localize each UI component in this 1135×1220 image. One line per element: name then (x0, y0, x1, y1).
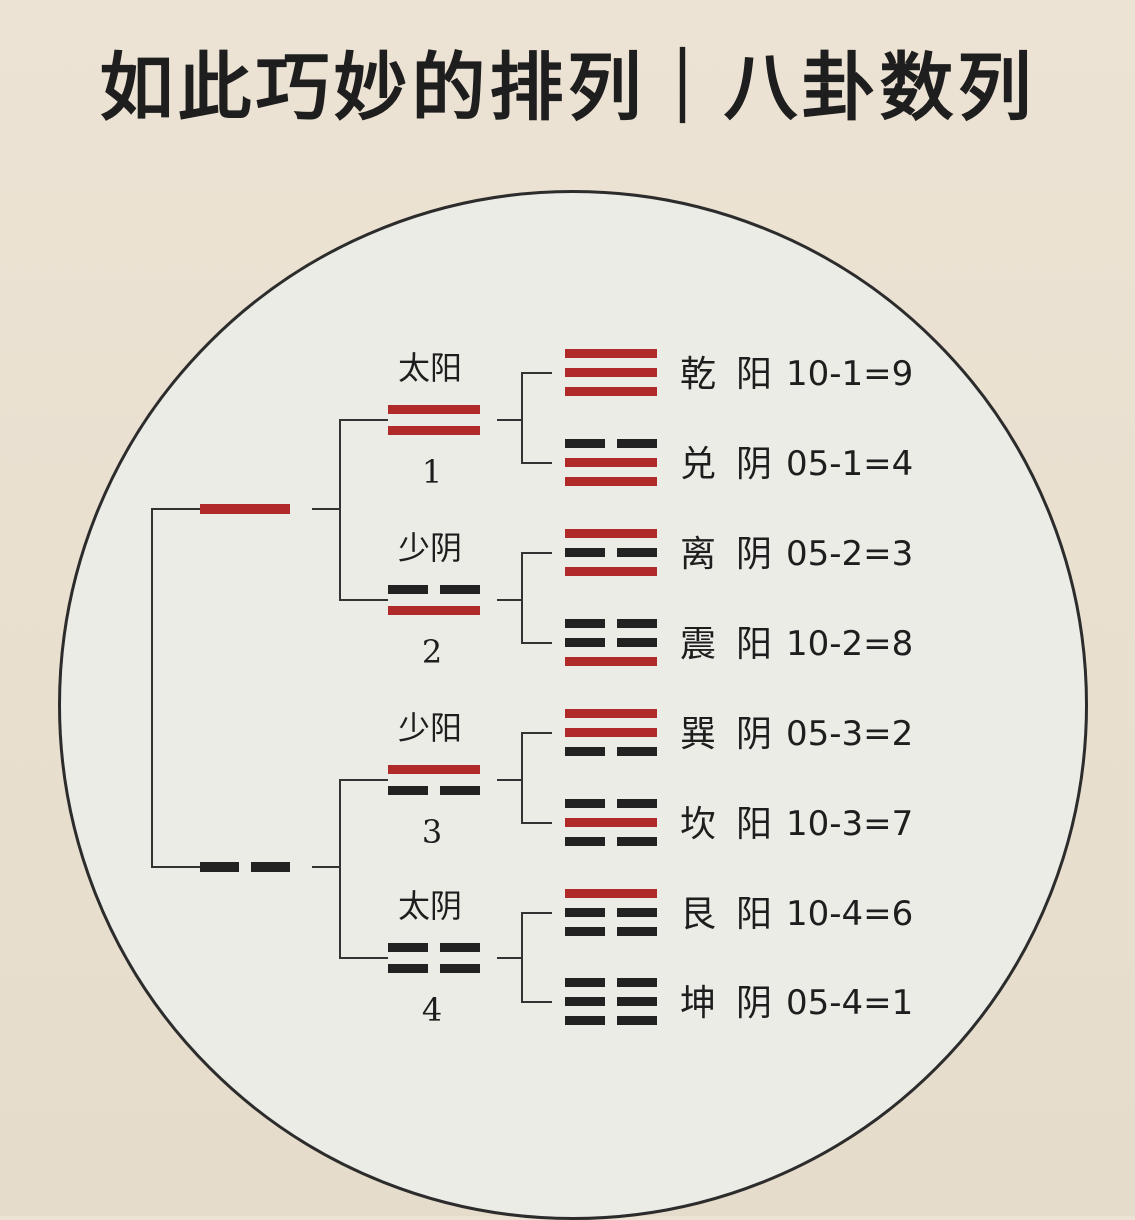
level1-2-yin-line-left (200, 862, 239, 872)
digram-name-label: 太阳 (398, 349, 462, 387)
trigram-8-line-1-yin-line-left (565, 978, 605, 987)
trigram-formula-label: 10-1=9 (786, 354, 913, 394)
trigram-name-label: 震 (680, 624, 716, 665)
level2-bracket-2 (339, 779, 388, 959)
digram-2-top-yin-line-right (440, 585, 480, 594)
trigram-3-line-1-yang-line (565, 529, 657, 538)
digram-number-label: 4 (422, 991, 442, 1029)
trigram-2-line-1-yin-line-left (565, 439, 605, 448)
trigram-4-line-1-yin-line-right (617, 619, 657, 628)
digram-2-top-yin-line-left (388, 585, 428, 594)
digram-4-top-yin-line-left (388, 943, 428, 952)
trigram-6-line-1-yin-line-right (617, 799, 657, 808)
trigram-name-label: 艮 (680, 894, 716, 935)
trigram-6-line-3-yin-line-right (617, 837, 657, 846)
digram-name-label: 太阴 (398, 887, 462, 925)
trigram-7-line-2-yin-line-right (617, 908, 657, 917)
trigram-name-label: 坤 (680, 983, 716, 1024)
trigram-6-line-2-yang-line (565, 818, 657, 827)
trigram-formula-label: 10-4=6 (786, 894, 913, 934)
trigram-3-line-2-yin-line-right (617, 548, 657, 557)
trigram-4-line-3-yang-line (565, 657, 657, 666)
trigram-formula-label: 10-3=7 (786, 804, 913, 844)
level3-bracket-2 (521, 552, 552, 644)
digram-number-label: 3 (422, 813, 442, 851)
trigram-7-line-2-yin-line-left (565, 908, 605, 917)
trigram-3-line-3-yang-line (565, 567, 657, 576)
trigram-4-line-1-yin-line-left (565, 619, 605, 628)
level1-2-yin-line-right (251, 862, 290, 872)
level2-bracket-1 (339, 419, 388, 601)
trigram-8-line-1-yin-line-right (617, 978, 657, 987)
trigram-5-line-3-yin-line-right (617, 747, 657, 756)
trigram-1-line-2-yang-line (565, 368, 657, 377)
digram-number-label: 1 (422, 453, 442, 491)
trigram-1-line-3-yang-line (565, 387, 657, 396)
digram-number-label: 2 (422, 633, 442, 671)
bagua-tree-diagram: 太阳1少阴2少阳3太阴4乾阳 10-1=9兑阴 05-1=4离阴 05-2=3震阳 10… (151, 349, 913, 1029)
trigram-5-line-3-yin-line-left (565, 747, 605, 756)
trigram-4-line-2-yin-line-right (617, 638, 657, 647)
trigram-polarity-label: 阳 (736, 624, 772, 665)
trigram-6-line-1-yin-line-left (565, 799, 605, 808)
digram-1-bottom-yang-line (388, 426, 480, 435)
trigram-polarity-label: 阴 (736, 444, 772, 485)
digram-2-bottom-yang-line (388, 606, 480, 615)
trigram-name-label: 坎 (680, 804, 716, 845)
digram-name-label: 少阴 (398, 529, 462, 567)
trigram-8-line-3-yin-line-right (617, 1016, 657, 1025)
trigram-polarity-label: 阳 (736, 894, 772, 935)
level3-bracket-3 (521, 732, 552, 824)
digram-4-bottom-yin-line-left (388, 964, 428, 973)
trigram-5-line-1-yang-line (565, 709, 657, 718)
level3-bracket-1 (521, 372, 552, 464)
level1-1-yang-line (200, 504, 290, 514)
trigram-8-line-2-yin-line-right (617, 997, 657, 1006)
trigram-7-line-1-yang-line (565, 889, 657, 898)
digram-4-top-yin-line-right (440, 943, 480, 952)
trigram-8-line-2-yin-line-left (565, 997, 605, 1006)
trigram-name-label: 离 (680, 534, 716, 575)
digram-3-top-yang-line (388, 765, 480, 774)
trigram-polarity-label: 阴 (736, 534, 772, 575)
digram-3-bottom-yin-line-right (440, 786, 480, 795)
digram-1-top-yang-line (388, 405, 480, 414)
trigram-7-line-3-yin-line-left (565, 927, 605, 936)
trigram-5-line-2-yang-line (565, 728, 657, 737)
trigram-formula-label: 05-4=1 (786, 983, 913, 1023)
trigram-name-label: 巽 (680, 714, 716, 755)
root-bracket (151, 508, 200, 868)
trigram-polarity-label: 阳 (736, 804, 772, 845)
trigram-polarity-label: 阴 (736, 983, 772, 1024)
trigram-name-label: 兑 (680, 444, 716, 485)
trigram-formula-label: 05-1=4 (786, 444, 913, 484)
trigram-3-line-2-yin-line-left (565, 548, 605, 557)
trigram-polarity-label: 阴 (736, 714, 772, 755)
level3-bracket-4 (521, 912, 552, 1003)
trigram-4-line-2-yin-line-left (565, 638, 605, 647)
trigram-formula-label: 05-2=3 (786, 534, 913, 574)
trigram-formula-label: 05-3=2 (786, 714, 913, 754)
digram-4-bottom-yin-line-right (440, 964, 480, 973)
trigram-2-line-3-yang-line (565, 477, 657, 486)
trigram-polarity-label: 阳 (736, 354, 772, 395)
trigram-1-line-1-yang-line (565, 349, 657, 358)
trigram-2-line-2-yang-line (565, 458, 657, 467)
trigram-7-line-3-yin-line-right (617, 927, 657, 936)
digram-3-bottom-yin-line-left (388, 786, 428, 795)
digram-name-label: 少阳 (398, 709, 462, 747)
trigram-6-line-3-yin-line-left (565, 837, 605, 846)
trigram-8-line-3-yin-line-left (565, 1016, 605, 1025)
trigram-name-label: 乾 (680, 354, 716, 395)
trigram-2-line-1-yin-line-right (617, 439, 657, 448)
trigram-formula-label: 10-2=8 (786, 624, 913, 664)
